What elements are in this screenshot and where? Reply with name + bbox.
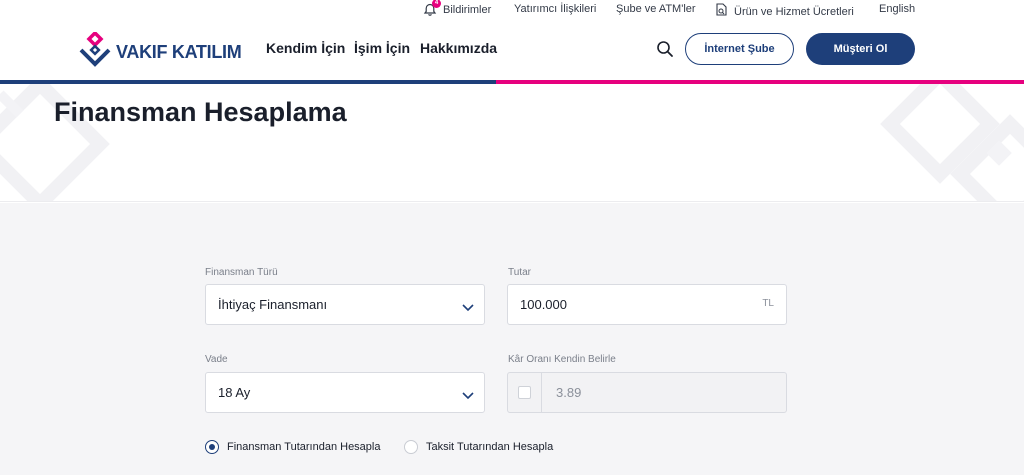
profit-rate-checkbox-wrap — [508, 373, 542, 412]
bell-icon: 4 — [423, 0, 441, 17]
profit-rate-field: 3.89 — [507, 372, 787, 413]
fees-link[interactable]: Ürün ve Hizmet Ücretleri — [715, 3, 854, 20]
fees-label: Ürün ve Hizmet Ücretleri — [734, 5, 854, 18]
chevron-down-icon — [462, 388, 474, 400]
language-label: English — [879, 3, 916, 15]
profit-rate-label: Kâr Oranı Kendin Belirle — [508, 354, 616, 365]
notifications-label: Bildirimler — [443, 4, 492, 16]
investor-relations-label: Yatırımcı İlişkileri — [514, 3, 597, 15]
brand-logo[interactable]: VAKIF KATILIM — [77, 30, 242, 73]
become-customer-button[interactable]: Müşteri Ol — [806, 33, 915, 65]
term-select[interactable]: 18 Ay — [205, 372, 485, 413]
utility-bar: 4 Bildirimler Yatırımcı İlişkileri Şube … — [0, 0, 1024, 18]
nav-about[interactable]: Hakkımızda — [420, 40, 497, 56]
chevron-down-icon — [462, 300, 474, 312]
branches-atms-link[interactable]: Şube ve ATM'ler — [616, 3, 696, 15]
profit-rate-checkbox[interactable] — [518, 386, 531, 399]
document-search-icon — [715, 3, 728, 20]
radio-button[interactable] — [404, 440, 418, 454]
page-title: Finansman Hesaplama — [54, 97, 347, 127]
notification-badge: 4 — [432, 0, 441, 8]
logo-mark-icon — [77, 30, 113, 73]
nav-business[interactable]: İşim İçin — [354, 40, 410, 56]
amount-value: 100.000 — [520, 297, 567, 312]
notifications-link[interactable]: 4 Bildirimler — [423, 0, 492, 17]
term-label: Vade — [205, 354, 228, 365]
radio-installment-amount-label: Taksit Tutarından Hesapla — [426, 441, 554, 453]
calculator-section: Finansman Türü İhtiyaç Finansmanı Tutar … — [0, 203, 1024, 475]
radio-button[interactable] — [205, 440, 219, 454]
profit-rate-value: 3.89 — [556, 385, 582, 400]
language-switch[interactable]: English — [879, 3, 915, 15]
internet-branch-button[interactable]: İnternet Şube — [685, 33, 794, 65]
main-header: VAKIF KATILIM Kendim İçin İşim İçin Hakk… — [0, 20, 1024, 80]
radio-finance-amount[interactable]: Finansman Tutarından Hesapla — [205, 440, 380, 454]
term-value: 18 Ay — [218, 385, 251, 400]
page-hero: Finansman Hesaplama — [0, 84, 1024, 202]
search-icon[interactable] — [656, 40, 674, 58]
finance-type-value: İhtiyaç Finansmanı — [218, 297, 328, 312]
nav-personal[interactable]: Kendim İçin — [266, 40, 345, 56]
amount-label: Tutar — [508, 267, 531, 278]
amount-input[interactable]: 100.000 TL — [507, 284, 787, 325]
investor-relations-link[interactable]: Yatırımcı İlişkileri — [514, 3, 596, 15]
amount-unit: TL — [762, 298, 774, 309]
finance-type-label: Finansman Türü — [205, 267, 278, 278]
radio-installment-amount[interactable]: Taksit Tutarından Hesapla — [404, 440, 553, 454]
finance-type-select[interactable]: İhtiyaç Finansmanı — [205, 284, 485, 325]
branches-atms-label: Şube ve ATM'ler — [616, 3, 696, 15]
decorative-pattern-right — [880, 84, 1024, 201]
radio-finance-amount-label: Finansman Tutarından Hesapla — [227, 441, 381, 453]
brand-name: VAKIF KATILIM — [116, 42, 242, 62]
